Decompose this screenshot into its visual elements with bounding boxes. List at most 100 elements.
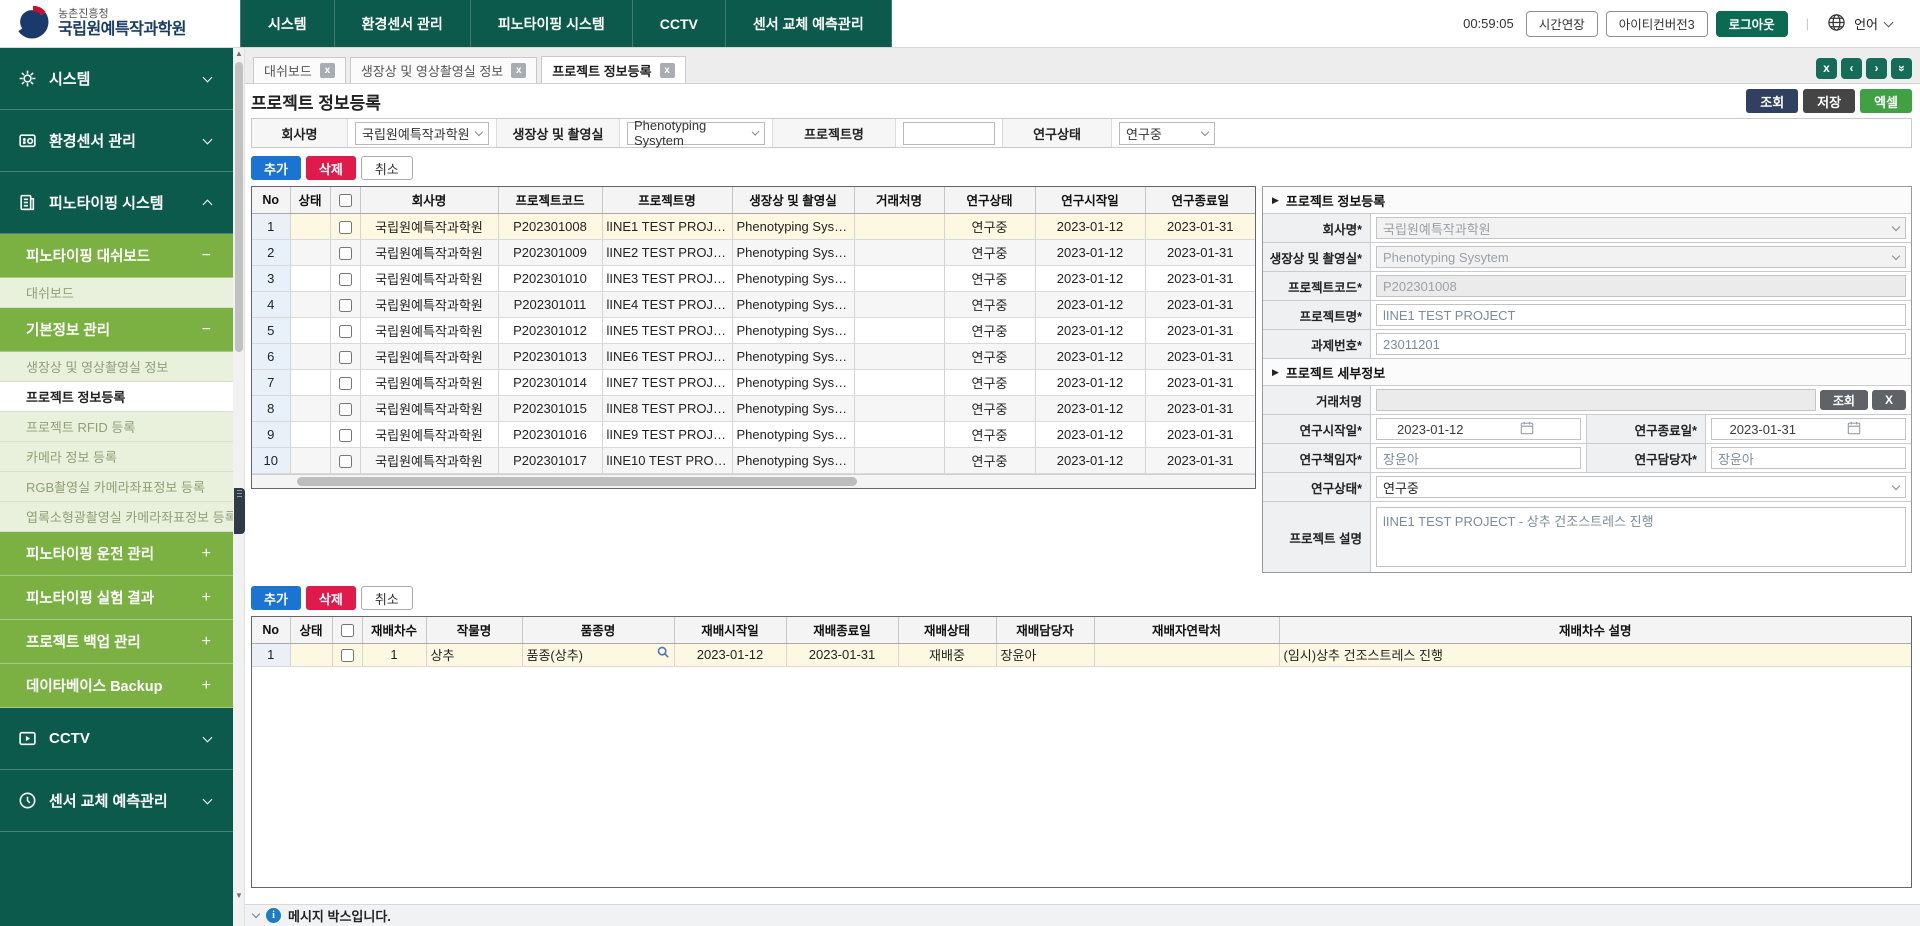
sidebar-item-chamber-info[interactable]: 생장상 및 영상촬영실 정보 (0, 352, 233, 382)
staff-input[interactable] (1711, 447, 1906, 469)
delete-button[interactable]: 삭제 (306, 156, 356, 180)
col-project-name[interactable]: 프로젝트명 (602, 187, 732, 213)
col-cultivation-manager[interactable]: 재배담당자 (996, 617, 1094, 643)
collapse-statusbar-icon[interactable] (252, 910, 260, 918)
col-cultivation-order[interactable]: 재배차수 (362, 617, 426, 643)
col-select-all[interactable] (332, 617, 362, 643)
sidebar-item-sensor-replace[interactable]: 센서 교체 예측관리 (0, 770, 233, 832)
chamber-select[interactable]: Phenotyping Sysytem (1376, 246, 1906, 268)
cancel-button[interactable]: 취소 (361, 156, 413, 180)
nav-item-system[interactable]: 시스템 (240, 0, 335, 47)
calendar-icon[interactable] (1809, 421, 1901, 438)
col-company[interactable]: 회사명 (360, 187, 498, 213)
nav-item-cctv[interactable]: CCTV (633, 0, 726, 47)
close-all-tabs-button[interactable]: x (1816, 58, 1837, 79)
row-checkbox[interactable] (339, 221, 352, 234)
user-button[interactable]: 아이티컨버전3 (1606, 11, 1708, 37)
scrollbar-thumb[interactable] (297, 477, 857, 486)
col-status-flag[interactable]: 상태 (290, 617, 332, 643)
scroll-down-icon[interactable]: ▼ (233, 890, 245, 902)
tab-prev-button[interactable]: ‹ (1841, 58, 1862, 79)
nav-item-phenotyping[interactable]: 피노타이핑 시스템 (471, 0, 633, 47)
add-button[interactable]: 추가 (251, 156, 301, 180)
task-number-input[interactable] (1376, 333, 1906, 355)
project-row[interactable]: 3 국립원예특작과학원 P202301010 lINE3 TEST PROJEC… (252, 265, 1255, 291)
tab-next-button[interactable]: › (1866, 58, 1887, 79)
chamber-filter-select[interactable]: Phenotyping Sysytem (627, 122, 765, 145)
sidebar-item-dashboard[interactable]: 대쉬보드 (0, 278, 233, 308)
calendar-icon[interactable] (1479, 421, 1576, 438)
project-row[interactable]: 5 국립원예특작과학원 P202301012 lINE5 TEST PROJEC… (252, 317, 1255, 343)
col-project-code[interactable]: 프로젝트코드 (498, 187, 602, 213)
col-cultivation-status[interactable]: 재배상태 (898, 617, 996, 643)
manager-input[interactable] (1376, 447, 1581, 469)
logout-button[interactable]: 로그아웃 (1716, 11, 1788, 37)
project-row[interactable]: 6 국립원예특작과학원 P202301013 lINE6 TEST PROJEC… (252, 343, 1255, 369)
col-status-flag[interactable]: 상태 (290, 187, 330, 213)
row-checkbox[interactable] (339, 403, 352, 416)
tab-dashboard[interactable]: 대쉬보드 x (253, 57, 346, 83)
project-row[interactable]: 2 국립원예특작과학원 P202301009 lINE2 TEST PROJEC… (252, 239, 1255, 265)
row-checkbox[interactable] (339, 351, 352, 364)
sidebar-item-rgb-camera-coords[interactable]: RGB촬영실 카메라좌표정보 등록 (0, 472, 233, 502)
sidebar-item-chlorophyll-camera-coords[interactable]: 엽록소형광촬영실 카메라좌표정보 등록 (0, 502, 233, 532)
save-button[interactable]: 저장 (1803, 89, 1855, 113)
nav-item-sensor-replace[interactable]: 센서 교체 예측관리 (726, 0, 892, 47)
cultivation-row[interactable]: 1 1 상추 품종(상추) 2023-01-12 2023-01-31 재배중 … (252, 643, 1911, 666)
company-select[interactable]: 국립원예특작과학원 (1376, 217, 1906, 239)
row-checkbox[interactable] (339, 247, 352, 260)
add-button[interactable]: 추가 (251, 586, 301, 610)
grid-horizontal-scrollbar[interactable] (252, 474, 1255, 488)
cancel-button[interactable]: 취소 (361, 586, 413, 610)
panel-splitter-handle[interactable] (234, 488, 245, 534)
row-checkbox[interactable] (341, 649, 354, 662)
col-cultivation-desc[interactable]: 재배차수 설명 (1279, 617, 1911, 643)
col-variety-name[interactable]: 품종명 (522, 617, 674, 643)
status-filter-select[interactable]: 연구중 (1119, 122, 1215, 145)
sidebar-group-phenotyping-dashboard[interactable]: 피노타이핑 대쉬보드 − (0, 234, 233, 278)
project-row[interactable]: 4 국립원예특작과학원 P202301011 lINE4 TEST PROJEC… (252, 291, 1255, 317)
sidebar-item-system[interactable]: 시스템 (0, 48, 233, 110)
close-icon[interactable]: x (320, 63, 335, 78)
sidebar-item-phenotyping[interactable]: 피노타이핑 시스템 (0, 172, 233, 234)
col-client[interactable]: 거래처명 (854, 187, 944, 213)
start-date-picker[interactable]: 2023-01-12 (1376, 418, 1581, 440)
sidebar-group-database-backup[interactable]: 데이타베이스 Backup + (0, 664, 233, 708)
search-icon[interactable] (656, 645, 670, 662)
language-menu[interactable]: 언어 (1854, 14, 1892, 33)
col-chamber[interactable]: 생장상 및 촬영실 (732, 187, 854, 213)
project-row[interactable]: 1 국립원예특작과학원 P202301008 lINE1 TEST PROJEC… (252, 213, 1255, 239)
scroll-up-icon[interactable]: ▲ (233, 48, 245, 60)
select-all-checkbox[interactable] (341, 624, 354, 637)
row-checkbox[interactable] (339, 299, 352, 312)
search-button[interactable]: 조회 (1746, 89, 1798, 113)
row-checkbox[interactable] (339, 273, 352, 286)
client-clear-button[interactable]: X (1872, 390, 1906, 410)
project-row[interactable]: 8 국립원예특작과학원 P202301015 lINE8 TEST PROJEC… (252, 395, 1255, 421)
select-all-checkbox[interactable] (339, 194, 352, 207)
sidebar-item-project-registration[interactable]: 프로젝트 정보등록 (0, 382, 233, 412)
company-filter-select[interactable]: 국립원예특작과학원 (355, 122, 489, 145)
col-cultivation-end[interactable]: 재배종료일 (786, 617, 898, 643)
close-icon[interactable]: x (511, 63, 526, 78)
close-icon[interactable]: x (660, 63, 675, 78)
row-checkbox[interactable] (339, 325, 352, 338)
client-search-button[interactable]: 조회 (1820, 390, 1868, 410)
scrollbar-thumb[interactable] (235, 62, 243, 352)
col-start-date[interactable]: 연구시작일 (1035, 187, 1145, 213)
sidebar-group-operation[interactable]: 피노타이핑 운전 관리 + (0, 532, 233, 576)
col-grower-contact[interactable]: 재배자연락처 (1094, 617, 1279, 643)
end-date-picker[interactable]: 2023-01-31 (1711, 418, 1906, 440)
row-checkbox[interactable] (339, 455, 352, 468)
col-no[interactable]: No (252, 617, 290, 643)
logo[interactable]: 농촌진흥청 국립원예특작과학원 (0, 0, 240, 47)
sidebar-scrollbar[interactable]: ▲ ▼ (233, 48, 245, 926)
sidebar-group-experiment-results[interactable]: 피노타이핑 실험 결과 + (0, 576, 233, 620)
col-cultivation-start[interactable]: 재배시작일 (674, 617, 786, 643)
tab-chamber-info[interactable]: 생장상 및 영상촬영실 정보 x (350, 57, 537, 83)
col-select-all[interactable] (330, 187, 360, 213)
sidebar-item-env-sensor[interactable]: 환경센서 관리 (0, 110, 233, 172)
col-end-date[interactable]: 연구종료일 (1145, 187, 1255, 213)
col-no[interactable]: No (252, 187, 290, 213)
sidebar-item-cctv[interactable]: CCTV (0, 708, 233, 770)
